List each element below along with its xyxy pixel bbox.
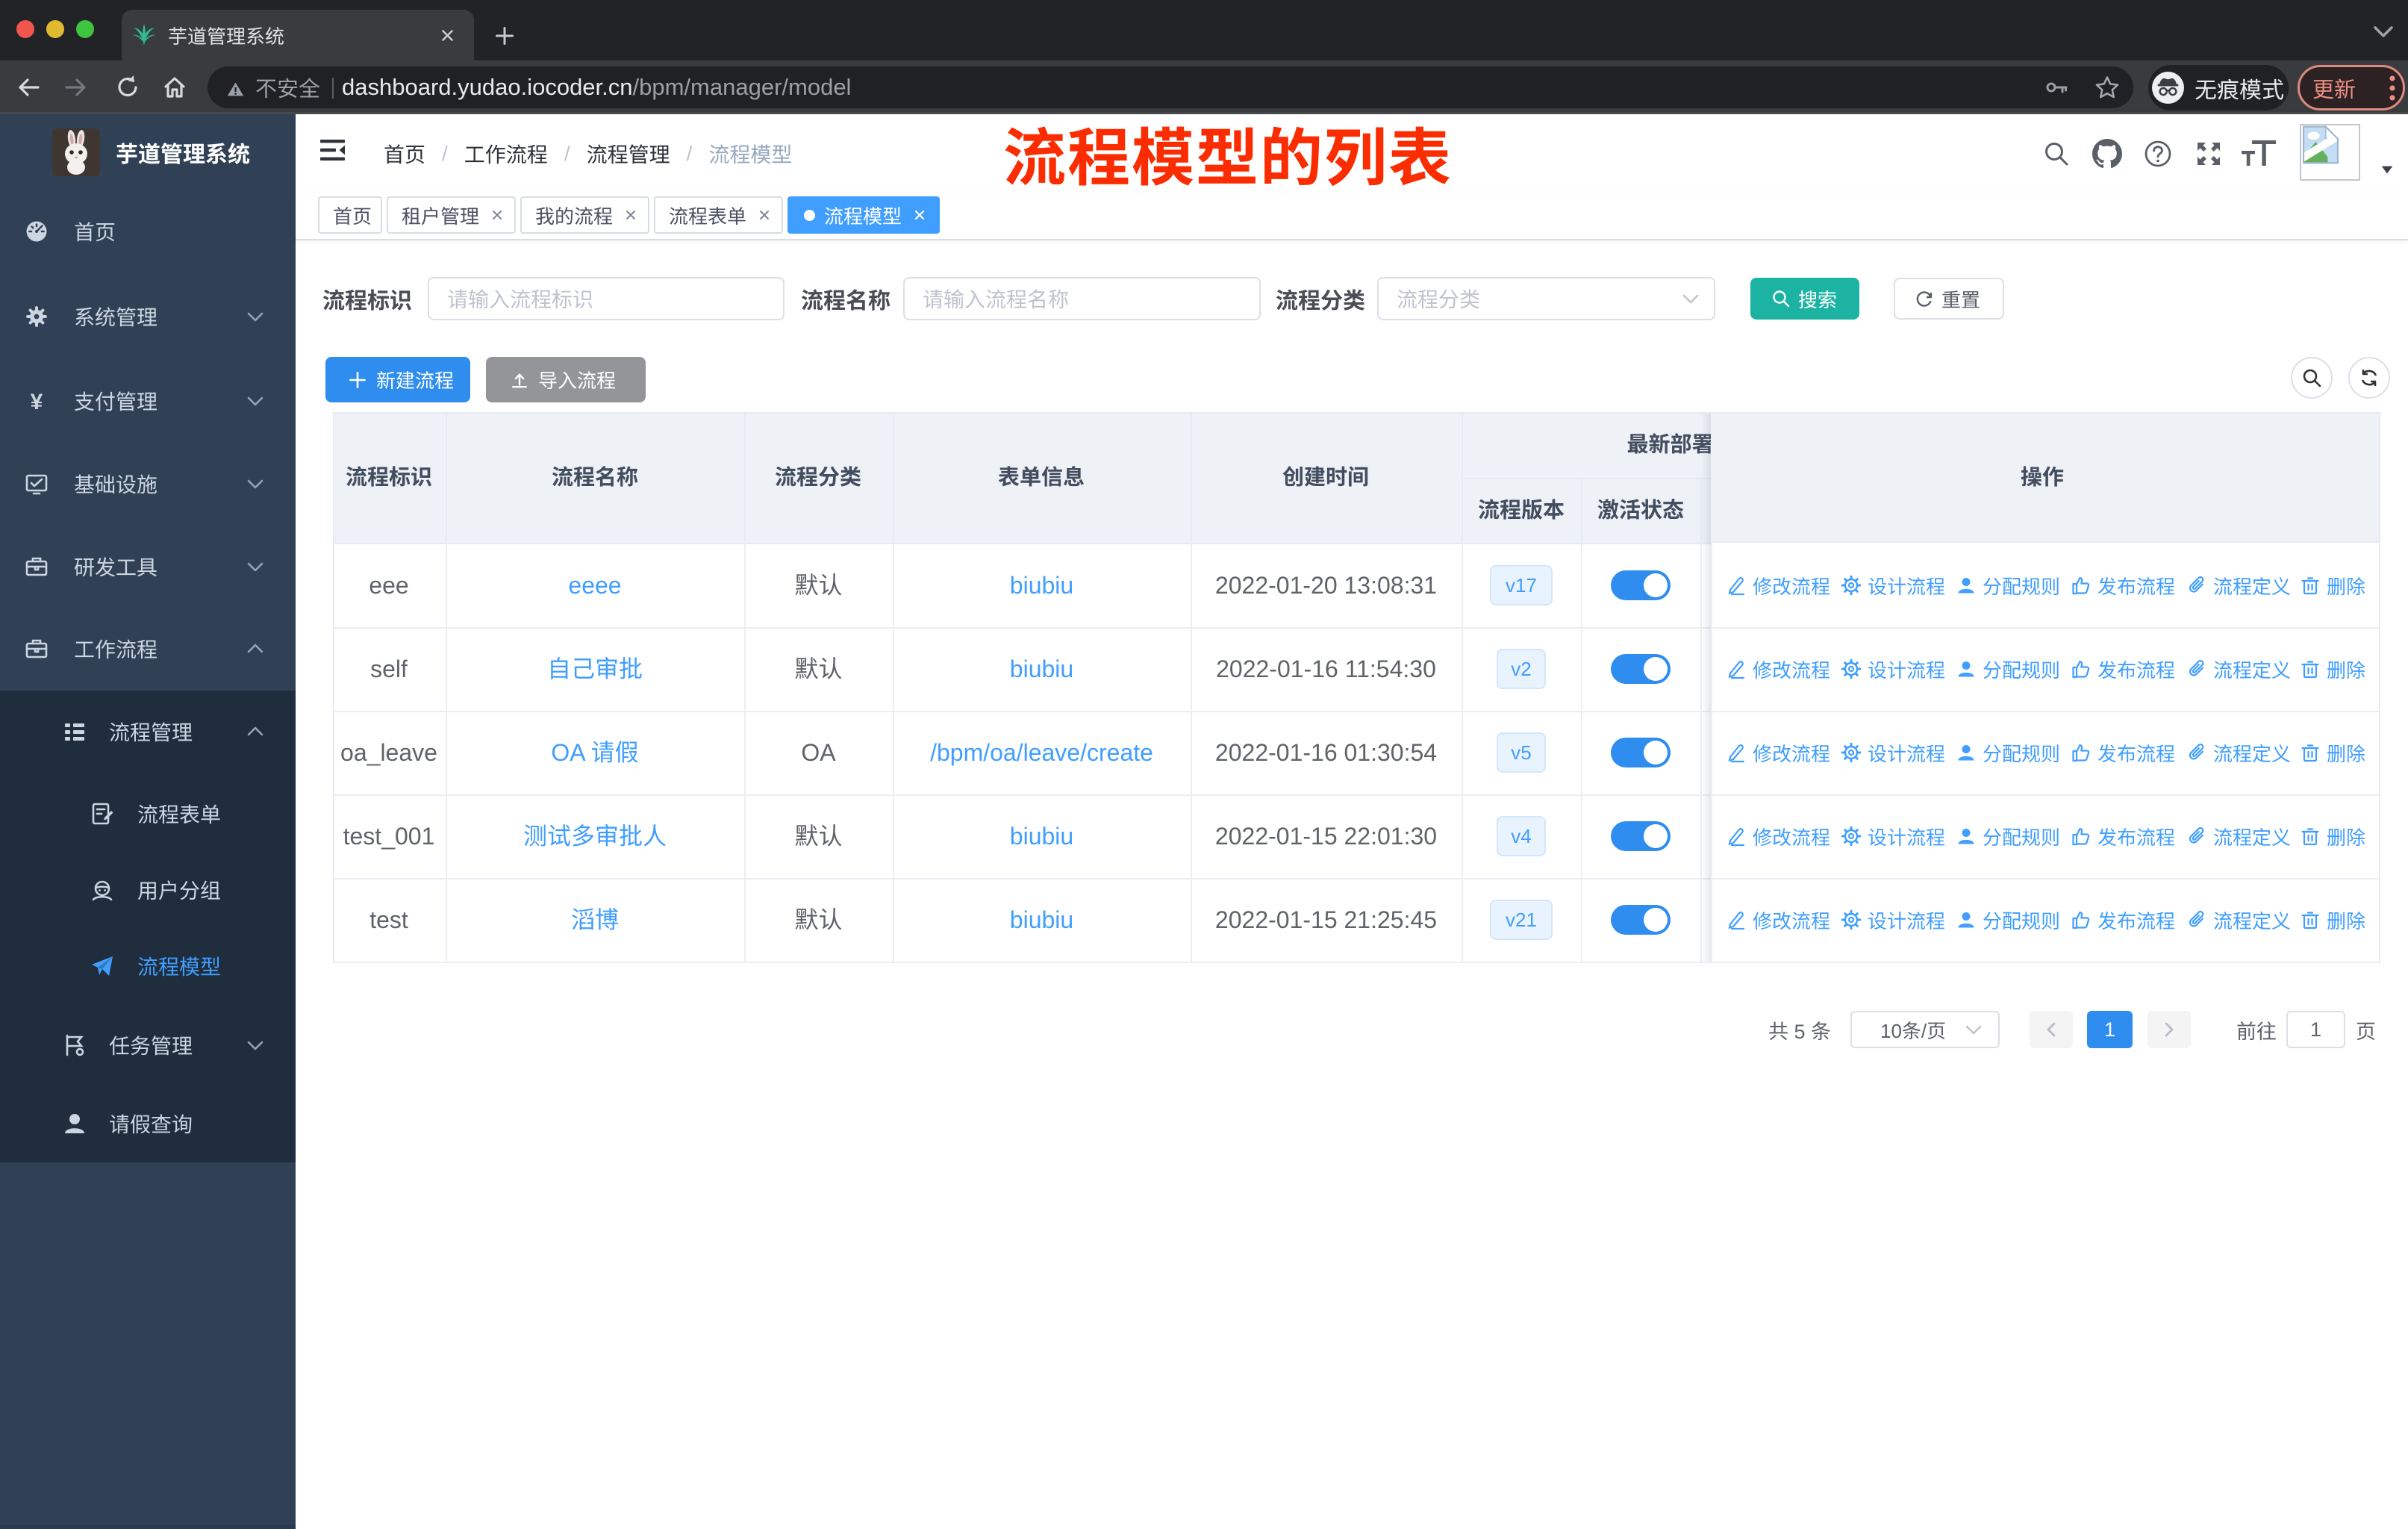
svg-text:¥: ¥ xyxy=(31,390,43,414)
